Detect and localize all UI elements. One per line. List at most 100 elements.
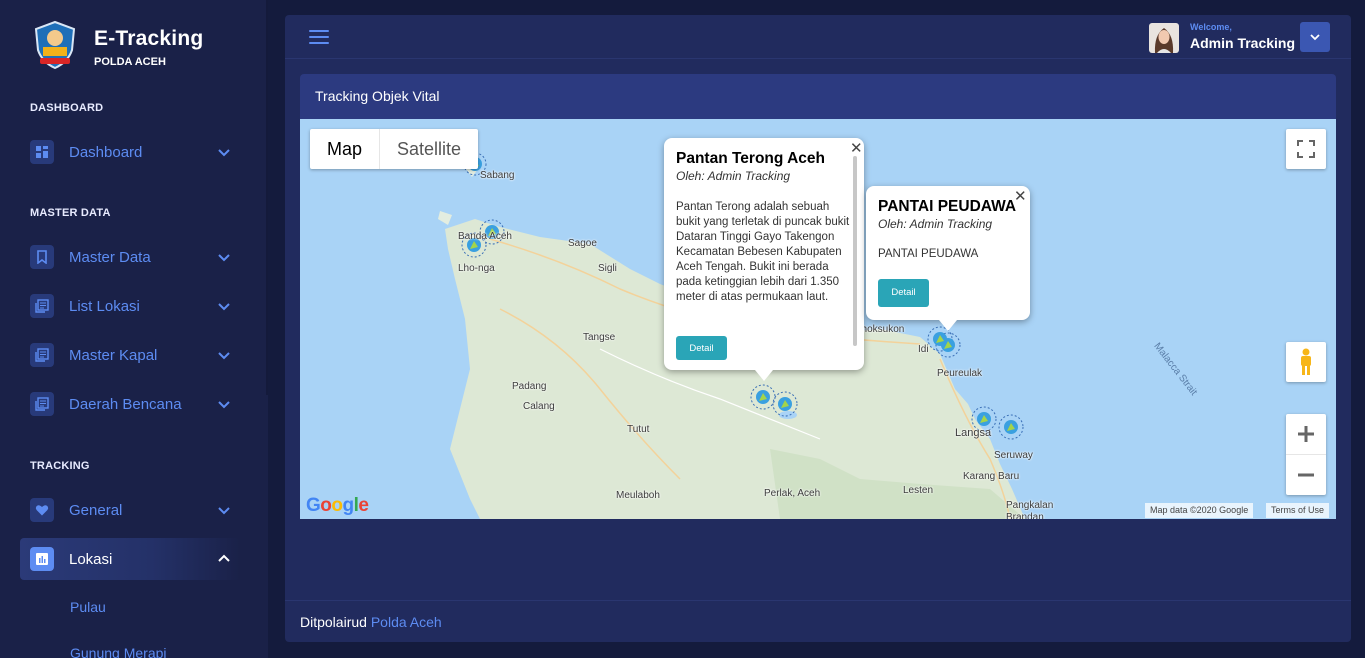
map-label: Seruway <box>994 450 1033 461</box>
sidebar-subitem-pulau[interactable]: Pulau <box>70 599 106 615</box>
user-dropdown-button[interactable] <box>1300 22 1330 52</box>
sidebar-item-daerah-bencana[interactable]: Daerah Bencana <box>20 383 240 425</box>
fullscreen-icon <box>1297 140 1315 158</box>
list-icon <box>30 294 54 318</box>
user-name: Admin Tracking <box>1190 35 1296 51</box>
brand-subtitle: POLDA ACEH <box>94 56 166 68</box>
sidebar: E-Tracking POLDA ACEH DASHBOARD Dashboar… <box>0 0 268 658</box>
section-dashboard: DASHBOARD <box>30 102 104 114</box>
info-window-author: Oleh: Admin Tracking <box>878 217 993 231</box>
card-header: Tracking Objek Vital <box>300 74 1336 119</box>
sidebar-item-general[interactable]: General <box>20 489 240 531</box>
footer-divider <box>285 600 1351 601</box>
card-title: Tracking Objek Vital <box>315 88 440 104</box>
detail-button[interactable]: Detail <box>676 336 727 360</box>
info-window-title: Pantan Terong Aceh <box>676 150 825 167</box>
bookmark-icon <box>30 245 54 269</box>
chevron-down-icon <box>218 303 230 311</box>
info-window-body: Pantan Terong adalah sebuah bukit yang t… <box>676 201 850 303</box>
map-type-satellite-button[interactable]: Satellite <box>380 129 478 169</box>
section-master-data: MASTER DATA <box>30 207 111 219</box>
sidebar-subitem-gunung-merapi[interactable]: Gunung Merapi <box>70 645 167 658</box>
google-logo[interactable]: Google <box>306 495 369 517</box>
sidebar-item-master-data[interactable]: Master Data <box>20 236 240 278</box>
minus-icon <box>1298 473 1314 476</box>
map-type-control: Map Satellite <box>310 129 479 169</box>
chevron-down-icon <box>218 149 230 157</box>
map-label: Lho-nga <box>458 263 495 274</box>
zoom-out-button[interactable] <box>1286 455 1326 495</box>
footer-text: Ditpolairud <box>300 614 367 630</box>
map-label: Langsa <box>955 427 992 439</box>
info-window-pointer <box>755 370 773 381</box>
topbar: Welcome, Admin Tracking <box>285 15 1351 59</box>
zoom-control <box>1286 414 1326 495</box>
map-type-map-button[interactable]: Map <box>310 129 381 169</box>
map[interactable]: Sabang Banda Aceh Lho-nga Sagoe Sigli Ta… <box>300 119 1336 519</box>
sidebar-item-label: Master Data <box>69 248 151 266</box>
sidebar-item-label: General <box>69 501 123 519</box>
sidebar-item-label: List Lokasi <box>69 297 140 315</box>
sidebar-item-lokasi[interactable]: Lokasi <box>20 538 240 580</box>
map-label: Peureulak <box>937 368 983 379</box>
info-window-title: PANTAI PEUDAWA <box>878 198 1017 215</box>
brand-title: E-Tracking <box>94 27 204 50</box>
map-label: Banda Aceh <box>458 231 512 242</box>
map-label: Tutut <box>627 424 650 435</box>
chevron-down-icon <box>218 352 230 360</box>
map-label: Sabang <box>480 170 515 181</box>
brand[interactable]: E-Tracking POLDA ACEH <box>32 20 203 70</box>
map-label: Padang <box>512 381 547 392</box>
footer-link[interactable]: Polda Aceh <box>371 614 442 630</box>
info-window-pantan-terong: Pantan Terong Aceh Oleh: Admin Tracking … <box>664 138 864 381</box>
dashboard-icon <box>30 140 54 164</box>
sidebar-item-dashboard[interactable]: Dashboard <box>20 131 240 173</box>
sidebar-item-label: Dashboard <box>69 143 143 161</box>
map-label: Perlak, Aceh <box>764 488 821 499</box>
chevron-down-icon <box>218 254 230 262</box>
plus-icon <box>1298 426 1314 442</box>
list-icon <box>30 392 54 416</box>
main-panel: Welcome, Admin Tracking Tracking Objek V… <box>285 15 1351 642</box>
info-window-pantai-peudawa: PANTAI PEUDAWA Oleh: Admin Tracking PANT… <box>866 186 1030 331</box>
terms-link[interactable]: Terms of Use <box>1266 503 1330 518</box>
info-window-body: PANTAI PEUDAWA <box>878 248 979 260</box>
info-window-pointer <box>939 320 957 331</box>
menu-toggle-icon[interactable] <box>309 30 329 44</box>
map-label: Karang Baru <box>963 471 1020 482</box>
map-label: Calang <box>523 401 555 412</box>
chevron-down-icon <box>1310 34 1320 41</box>
map-label: Lesten <box>903 485 934 496</box>
map-label: Idi <box>918 344 929 355</box>
sidebar-item-label: Master Kapal <box>69 346 158 364</box>
close-icon[interactable]: ✕ <box>850 139 863 157</box>
pegman-icon <box>1301 348 1311 375</box>
welcome-text: Welcome, <box>1190 22 1232 32</box>
sidebar-item-master-kapal[interactable]: Master Kapal <box>20 334 240 376</box>
list-icon <box>30 343 54 367</box>
sidebar-item-label: Lokasi <box>69 550 113 568</box>
info-window-author: Oleh: Admin Tracking <box>676 169 791 183</box>
sidebar-divider <box>266 0 268 395</box>
close-icon[interactable]: ✕ <box>1014 187 1027 205</box>
map-label: Pangkalan Brandan <box>1006 500 1054 519</box>
zoom-in-button[interactable] <box>1286 415 1326 455</box>
chevron-down-icon <box>218 507 230 515</box>
chevron-up-icon <box>218 554 230 562</box>
info-window-scrollbar[interactable] <box>853 156 857 346</box>
street-view-button[interactable] <box>1286 342 1326 382</box>
chart-icon <box>30 547 54 571</box>
map-label: Meulaboh <box>616 490 660 501</box>
sidebar-item-label: Daerah Bencana <box>69 395 182 413</box>
sidebar-item-list-lokasi[interactable]: List Lokasi <box>20 285 240 327</box>
footer: Ditpolairud Polda Aceh <box>300 614 442 630</box>
heart-icon <box>30 498 54 522</box>
brand-logo-icon <box>34 20 76 70</box>
map-label: Tangse <box>583 332 616 343</box>
map-attribution[interactable]: Map data ©2020 Google <box>1145 503 1254 518</box>
fullscreen-button[interactable] <box>1286 129 1326 169</box>
section-tracking: TRACKING <box>30 460 90 472</box>
detail-button[interactable]: Detail <box>878 279 929 307</box>
map-label: Sagoe <box>568 238 597 249</box>
avatar[interactable] <box>1149 23 1179 53</box>
